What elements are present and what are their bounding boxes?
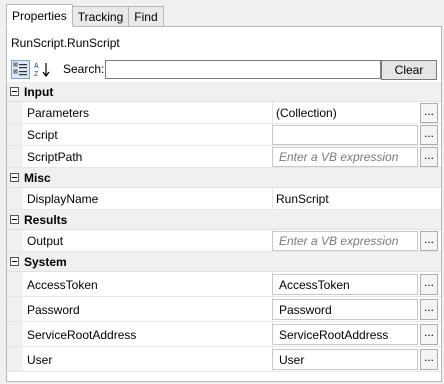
ellipsis-button[interactable]: ...	[420, 324, 438, 345]
property-name: Password	[27, 303, 80, 317]
property-row-output: Output Enter a VB expression...	[7, 230, 441, 252]
category-misc: Misc	[7, 168, 441, 188]
activity-title: RunScript.RunScript	[11, 36, 120, 50]
tab-strip: Properties Tracking Find	[6, 4, 164, 27]
property-name: Parameters	[27, 106, 90, 120]
ellipsis-button[interactable]: ...	[420, 125, 438, 145]
categorized-view-icon[interactable]	[11, 60, 30, 79]
row-gutter	[7, 272, 23, 296]
ellipsis-button[interactable]: ...	[420, 103, 438, 123]
ellipsis-button[interactable]: ...	[420, 147, 438, 167]
tab-tracking[interactable]: Tracking	[72, 6, 130, 27]
property-value-field[interactable]: Password	[272, 299, 418, 320]
property-name: Output	[27, 234, 64, 248]
category-label: System	[24, 255, 67, 269]
ellipsis-button[interactable]: ...	[420, 299, 438, 320]
column-divider	[272, 188, 273, 209]
property-name: ScriptPath	[27, 150, 83, 164]
property-value-field[interactable]: ServiceRootAddress	[272, 324, 418, 345]
property-value-field[interactable]: Enter a VB expression	[272, 231, 418, 251]
property-grid: Input Parameters (Collection)... Script... S…	[7, 82, 441, 372]
category-label: Results	[24, 213, 68, 227]
row-gutter	[7, 297, 23, 321]
property-row-servicerootaddress: ServiceRootAddress ServiceRootAddress...	[7, 322, 441, 347]
property-name: Script	[27, 128, 58, 142]
properties-panel: RunScript.RunScript A Z Search: Clear In…	[6, 26, 442, 382]
property-name: ServiceRootAddress	[27, 328, 137, 342]
property-row-user: User User...	[7, 347, 441, 372]
property-name: User	[27, 353, 53, 367]
property-row-scriptpath: ScriptPath Enter a VB expression...	[7, 146, 441, 168]
row-gutter	[7, 102, 23, 123]
category-label: Input	[24, 85, 54, 99]
collapse-icon[interactable]	[10, 257, 19, 266]
property-toolbar: A Z Search: Clear	[7, 59, 441, 81]
property-row-parameters: Parameters (Collection)...	[7, 102, 441, 124]
tab-find[interactable]: Find	[129, 6, 164, 27]
collapse-icon[interactable]	[10, 87, 19, 96]
property-row-password: Password Password...	[7, 297, 441, 322]
category-results: Results	[7, 210, 441, 230]
ellipsis-button[interactable]: ...	[420, 274, 438, 295]
ellipsis-button[interactable]: ...	[420, 349, 438, 370]
column-divider	[272, 102, 273, 123]
property-value-field[interactable]: User	[272, 349, 418, 370]
property-value-field[interactable]: Enter a VB expression	[272, 147, 418, 167]
sort-alphabetical-icon[interactable]: A Z	[33, 60, 52, 79]
category-input: Input	[7, 82, 441, 102]
clear-button[interactable]: Clear	[381, 60, 437, 80]
collapse-icon[interactable]	[10, 173, 19, 182]
property-value[interactable]: RunScript	[276, 192, 329, 206]
property-row-accesstoken: AccessToken AccessToken...	[7, 272, 441, 297]
category-label: Misc	[24, 171, 51, 185]
property-row-script: Script...	[7, 124, 441, 146]
category-system: System	[7, 252, 441, 272]
property-value-field[interactable]: AccessToken	[272, 274, 418, 295]
tab-properties[interactable]: Properties	[6, 4, 73, 27]
row-gutter	[7, 347, 23, 371]
row-gutter	[7, 322, 23, 346]
row-gutter	[7, 188, 23, 209]
property-name: AccessToken	[27, 278, 98, 292]
row-gutter	[7, 146, 23, 167]
row-gutter	[7, 124, 23, 145]
row-gutter	[7, 230, 23, 251]
ellipsis-button[interactable]: ...	[420, 231, 438, 251]
search-label: Search:	[63, 62, 105, 76]
svg-text:A: A	[34, 63, 39, 70]
property-name: DisplayName	[27, 192, 99, 206]
search-input[interactable]	[105, 60, 381, 79]
property-value[interactable]: (Collection)	[276, 106, 337, 120]
property-value-field[interactable]	[272, 125, 418, 145]
property-row-displayname: DisplayName RunScript	[7, 188, 441, 210]
collapse-icon[interactable]	[10, 215, 19, 224]
svg-text:Z: Z	[34, 71, 39, 78]
